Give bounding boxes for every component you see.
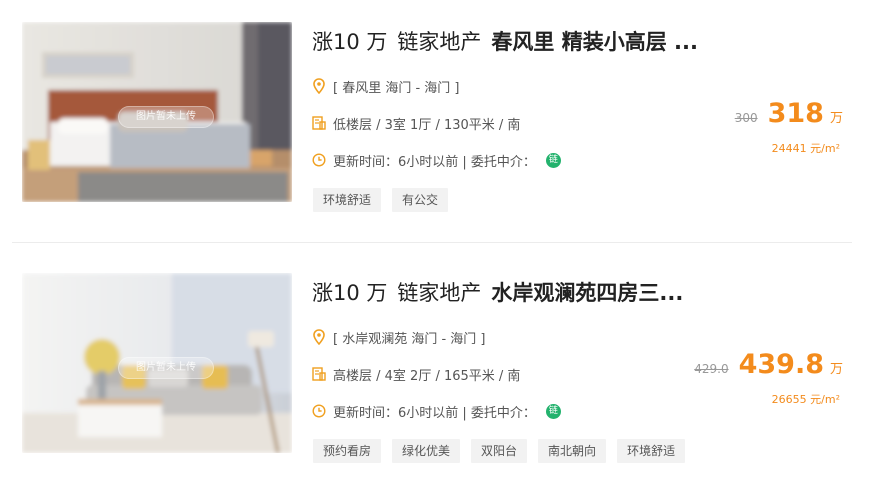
price-unit: 万 bbox=[829, 111, 843, 126]
listing-tags: 环境舒适 有公交 bbox=[313, 188, 449, 212]
listing-specs: 低楼层 / 3室 1厅 / 130平米 / 南 bbox=[333, 117, 521, 133]
listing-tag: 环境舒适 bbox=[617, 439, 686, 463]
unit-price: 24441 元/m² bbox=[771, 142, 840, 155]
listing-tag: 双阳台 bbox=[471, 439, 528, 463]
agency-name: 链家地产 bbox=[397, 281, 482, 305]
house-document-icon bbox=[312, 115, 326, 131]
clock-icon bbox=[312, 403, 326, 419]
listing-photo[interactable]: 图片暂未上传 bbox=[22, 273, 292, 453]
location-pin-icon bbox=[312, 78, 326, 94]
listing-address[interactable]: [ 水岸观澜苑 海门 - 海门 ] bbox=[333, 328, 486, 347]
listing-tag: 有公交 bbox=[392, 188, 449, 212]
price-block: 429.0 439.8 万 bbox=[694, 349, 843, 385]
price-change-label: 涨10 万 bbox=[312, 30, 388, 54]
listing-tags: 预约看房 绿化优美 双阳台 南北朝向 环境舒适 bbox=[313, 439, 686, 463]
listing-tag: 南北朝向 bbox=[538, 439, 607, 463]
listing-tag: 绿化优美 bbox=[392, 439, 461, 463]
listing-card[interactable]: 图片暂未上传 涨10 万链家地产 水岸观澜苑四房三... [ 水岸观澜苑 海门 -… bbox=[0, 267, 878, 467]
listing-update-row: 更新时间：6小时以前 | 委托中介： 链 bbox=[312, 150, 561, 170]
location-pin-icon bbox=[312, 329, 326, 345]
agency-name: 链家地产 bbox=[397, 30, 482, 54]
listing-card[interactable]: 图片暂未上传 涨10 万链家地产 春风里 精装小高层 ... [ 春风里 海门 -… bbox=[0, 16, 878, 216]
listing-name[interactable]: 春风里 精装小高层 ... bbox=[491, 30, 698, 54]
total-price: 318 bbox=[767, 98, 824, 129]
listing-name[interactable]: 水岸观澜苑四房三... bbox=[491, 281, 683, 305]
price-change-label: 涨10 万 bbox=[312, 281, 388, 305]
listing-specs: 高楼层 / 4室 2厅 / 165平米 / 南 bbox=[333, 368, 521, 384]
listing-update-row: 更新时间：6小时以前 | 委托中介： 链 bbox=[312, 401, 561, 421]
old-price: 300 bbox=[734, 111, 758, 125]
listing-tag: 预约看房 bbox=[313, 439, 382, 463]
house-document-icon bbox=[312, 366, 326, 382]
agent-badge[interactable]: 链 bbox=[545, 152, 561, 168]
listing-title[interactable]: 涨10 万链家地产 春风里 精装小高层 ... bbox=[312, 26, 752, 58]
photo-placeholder-label: 图片暂未上传 bbox=[118, 106, 214, 128]
total-price: 439.8 bbox=[738, 349, 824, 380]
listing-photo[interactable]: 图片暂未上传 bbox=[22, 22, 292, 202]
listing-divider bbox=[12, 242, 852, 243]
listing-address-row: [ 春风里 海门 - 海门 ] bbox=[312, 76, 460, 96]
old-price: 429.0 bbox=[694, 362, 729, 376]
clock-icon bbox=[312, 152, 326, 168]
listing-tag: 环境舒适 bbox=[313, 188, 382, 212]
photo-placeholder-label: 图片暂未上传 bbox=[118, 357, 214, 379]
listing-address[interactable]: [ 春风里 海门 - 海门 ] bbox=[333, 77, 460, 96]
update-time-text: 更新时间：6小时以前 | 委托中介： bbox=[333, 154, 536, 170]
unit-price: 26655 元/m² bbox=[771, 393, 840, 406]
listing-specs-row: 高楼层 / 4室 2厅 / 165平米 / 南 bbox=[312, 364, 520, 384]
update-time-text: 更新时间：6小时以前 | 委托中介： bbox=[333, 405, 536, 421]
listing-address-row: [ 水岸观澜苑 海门 - 海门 ] bbox=[312, 327, 486, 347]
listing-specs-row: 低楼层 / 3室 1厅 / 130平米 / 南 bbox=[312, 113, 520, 133]
price-block: 300 318 万 bbox=[735, 98, 843, 134]
agent-badge[interactable]: 链 bbox=[545, 403, 561, 419]
listing-title[interactable]: 涨10 万链家地产 水岸观澜苑四房三... bbox=[312, 277, 752, 309]
price-unit: 万 bbox=[829, 362, 843, 377]
